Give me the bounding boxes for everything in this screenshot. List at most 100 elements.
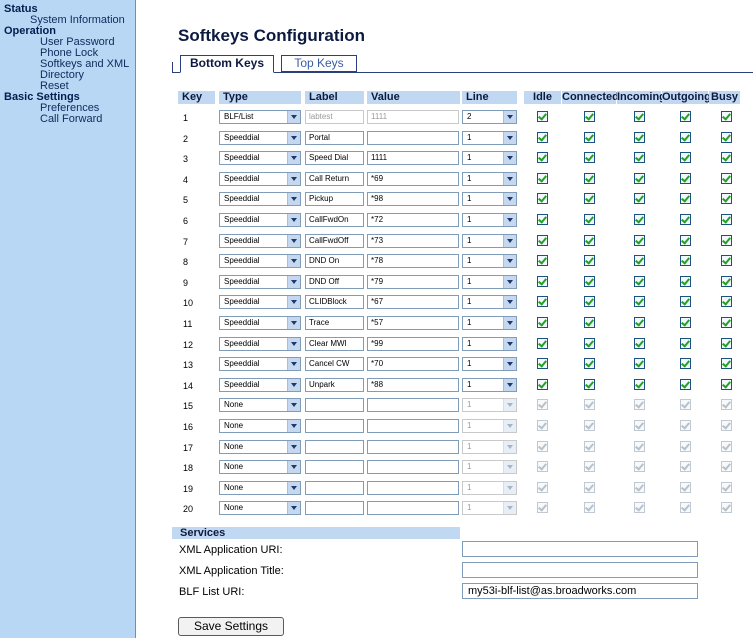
outgoing-checkbox[interactable] [680,193,691,204]
busy-checkbox[interactable] [721,461,732,472]
connected-checkbox[interactable] [584,255,595,266]
idle-checkbox[interactable] [537,193,548,204]
busy-checkbox[interactable] [721,399,732,410]
type-select[interactable]: Speeddial [219,295,301,309]
type-select[interactable]: None [219,460,301,474]
line-select[interactable]: 1 [462,295,517,309]
connected-checkbox[interactable] [584,420,595,431]
connected-checkbox[interactable] [584,461,595,472]
busy-checkbox[interactable] [721,132,732,143]
chevron-down-icon[interactable] [503,399,516,411]
connected-checkbox[interactable] [584,214,595,225]
outgoing-checkbox[interactable] [680,338,691,349]
chevron-down-icon[interactable] [287,235,300,247]
type-select[interactable]: None [219,481,301,495]
type-select[interactable]: Speeddial [219,337,301,351]
value-input[interactable]: *78 [367,254,459,268]
incoming-checkbox[interactable] [634,214,645,225]
label-input[interactable]: Unpark [305,378,364,392]
idle-checkbox[interactable] [537,420,548,431]
outgoing-checkbox[interactable] [680,441,691,452]
chevron-down-icon[interactable] [287,152,300,164]
outgoing-checkbox[interactable] [680,317,691,328]
idle-checkbox[interactable] [537,111,548,122]
chevron-down-icon[interactable] [503,502,516,514]
busy-checkbox[interactable] [721,173,732,184]
line-select[interactable]: 1 [462,460,517,474]
chevron-down-icon[interactable] [287,132,300,144]
value-input[interactable] [367,398,459,412]
chevron-down-icon[interactable] [503,441,516,453]
line-select[interactable]: 1 [462,357,517,371]
busy-checkbox[interactable] [721,111,732,122]
chevron-down-icon[interactable] [287,502,300,514]
connected-checkbox[interactable] [584,132,595,143]
chevron-down-icon[interactable] [503,173,516,185]
value-input[interactable] [367,481,459,495]
incoming-checkbox[interactable] [634,379,645,390]
incoming-checkbox[interactable] [634,420,645,431]
line-select[interactable]: 1 [462,213,517,227]
type-select[interactable]: None [219,501,301,515]
idle-checkbox[interactable] [537,296,548,307]
chevron-down-icon[interactable] [503,255,516,267]
value-input[interactable]: *79 [367,275,459,289]
connected-checkbox[interactable] [584,111,595,122]
incoming-checkbox[interactable] [634,255,645,266]
value-input[interactable]: *67 [367,295,459,309]
connected-checkbox[interactable] [584,358,595,369]
label-input[interactable]: Cancel CW [305,357,364,371]
chevron-down-icon[interactable] [503,317,516,329]
connected-checkbox[interactable] [584,502,595,513]
outgoing-checkbox[interactable] [680,379,691,390]
chevron-down-icon[interactable] [287,193,300,205]
busy-checkbox[interactable] [721,235,732,246]
type-select[interactable]: Speeddial [219,378,301,392]
type-select[interactable]: Speeddial [219,213,301,227]
value-input[interactable] [367,419,459,433]
idle-checkbox[interactable] [537,379,548,390]
incoming-checkbox[interactable] [634,152,645,163]
type-select[interactable]: Speeddial [219,172,301,186]
value-input[interactable]: 1111 [367,151,459,165]
incoming-checkbox[interactable] [634,317,645,328]
idle-checkbox[interactable] [537,276,548,287]
chevron-down-icon[interactable] [287,296,300,308]
outgoing-checkbox[interactable] [680,173,691,184]
tab-top-keys[interactable]: Top Keys [281,55,357,72]
outgoing-checkbox[interactable] [680,132,691,143]
idle-checkbox[interactable] [537,358,548,369]
line-select[interactable]: 1 [462,481,517,495]
chevron-down-icon[interactable] [503,193,516,205]
incoming-checkbox[interactable] [634,502,645,513]
connected-checkbox[interactable] [584,173,595,184]
tab-bottom-keys[interactable]: Bottom Keys [180,55,274,73]
chevron-down-icon[interactable] [503,235,516,247]
type-select[interactable]: BLF/List [219,110,301,124]
line-select[interactable]: 1 [462,192,517,206]
line-select[interactable]: 1 [462,378,517,392]
idle-checkbox[interactable] [537,482,548,493]
outgoing-checkbox[interactable] [680,276,691,287]
value-input[interactable] [367,460,459,474]
chevron-down-icon[interactable] [503,296,516,308]
chevron-down-icon[interactable] [287,173,300,185]
chevron-down-icon[interactable] [287,461,300,473]
busy-checkbox[interactable] [721,296,732,307]
outgoing-checkbox[interactable] [680,358,691,369]
incoming-checkbox[interactable] [634,338,645,349]
save-settings-button[interactable]: Save Settings [178,617,284,636]
chevron-down-icon[interactable] [503,338,516,350]
chevron-down-icon[interactable] [287,317,300,329]
chevron-down-icon[interactable] [503,358,516,370]
outgoing-checkbox[interactable] [680,255,691,266]
connected-checkbox[interactable] [584,338,595,349]
chevron-down-icon[interactable] [503,152,516,164]
type-select[interactable]: Speeddial [219,254,301,268]
xml-application-uri-input[interactable] [462,541,698,557]
label-input[interactable] [305,501,364,515]
chevron-down-icon[interactable] [287,255,300,267]
incoming-checkbox[interactable] [634,173,645,184]
incoming-checkbox[interactable] [634,296,645,307]
label-input[interactable]: DND On [305,254,364,268]
